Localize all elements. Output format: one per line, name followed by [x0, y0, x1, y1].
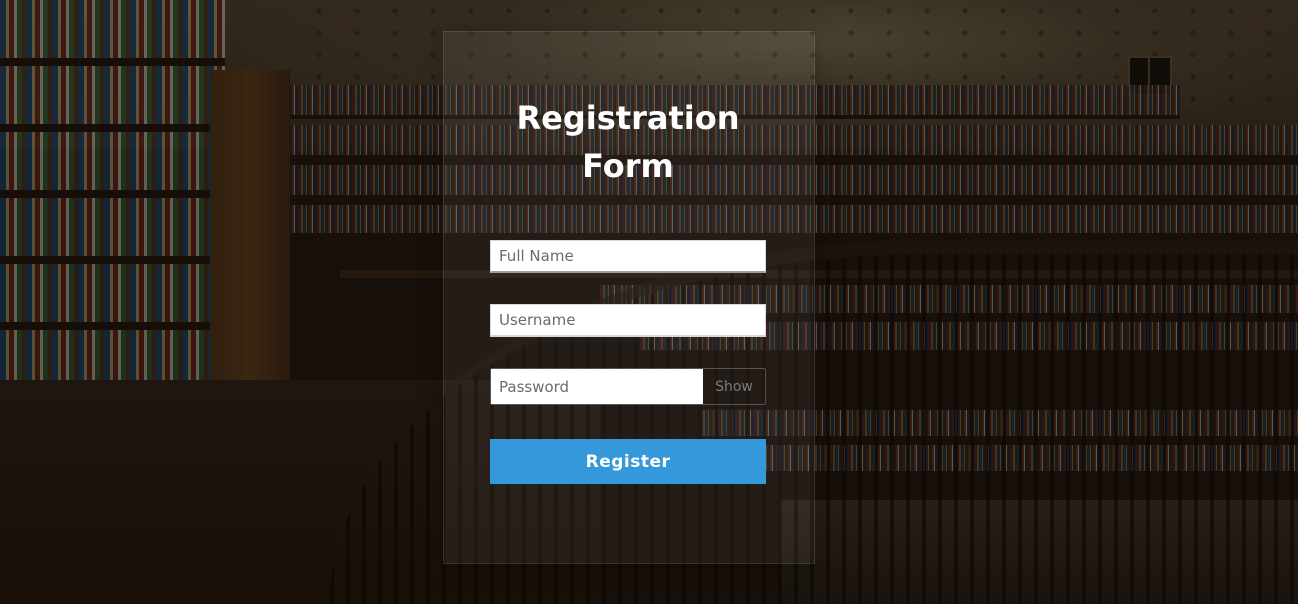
page: Registration Form Show Register [0, 0, 1298, 604]
show-password-button[interactable]: Show [703, 369, 765, 404]
password-group: Show [490, 368, 766, 405]
username-input[interactable] [490, 304, 766, 337]
password-input[interactable] [491, 369, 703, 404]
form-title-line2: Form [582, 147, 674, 185]
register-button[interactable]: Register [490, 439, 766, 484]
form-title: Registration Form [443, 94, 813, 190]
full-name-input[interactable] [490, 240, 766, 273]
form-title-line1: Registration [516, 99, 740, 137]
